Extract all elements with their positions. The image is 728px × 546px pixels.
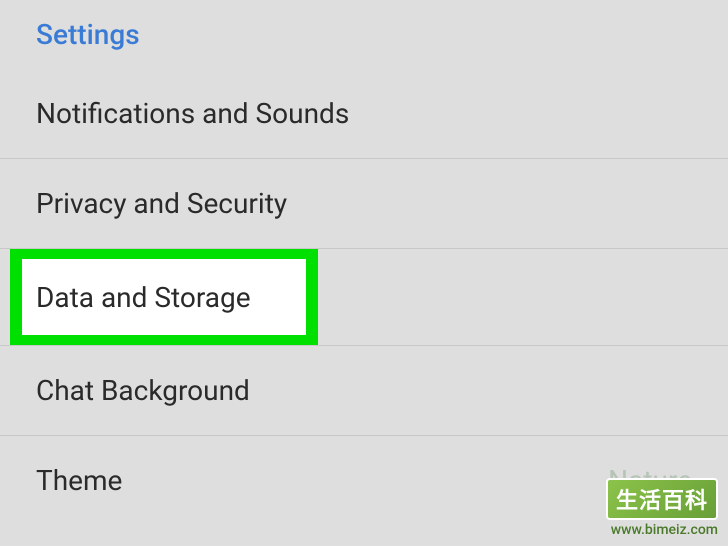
menu-item-privacy[interactable]: Privacy and Security xyxy=(0,158,728,248)
menu-item-notifications[interactable]: Notifications and Sounds xyxy=(0,69,728,158)
settings-menu-list: Notifications and Sounds Privacy and Sec… xyxy=(0,69,728,525)
settings-section-header: Settings xyxy=(0,0,728,69)
watermark: 生活百科 www.bimeiz.com xyxy=(606,478,718,538)
watermark-url: www.bimeiz.com xyxy=(611,522,718,538)
watermark-badge: 生活百科 xyxy=(606,478,718,520)
menu-item-label: Notifications and Sounds xyxy=(36,97,349,130)
section-title: Settings xyxy=(36,18,140,51)
menu-item-label: Data and Storage xyxy=(36,281,251,314)
menu-item-label: Privacy and Security xyxy=(36,187,287,220)
menu-item-label: Theme xyxy=(36,464,122,497)
menu-item-chat-background[interactable]: Chat Background xyxy=(0,345,728,435)
highlight-inner-box: Data and Storage xyxy=(22,259,306,335)
menu-item-label: Chat Background xyxy=(36,374,250,407)
menu-item-data-storage-wrapper: Data and Storage xyxy=(0,248,728,345)
